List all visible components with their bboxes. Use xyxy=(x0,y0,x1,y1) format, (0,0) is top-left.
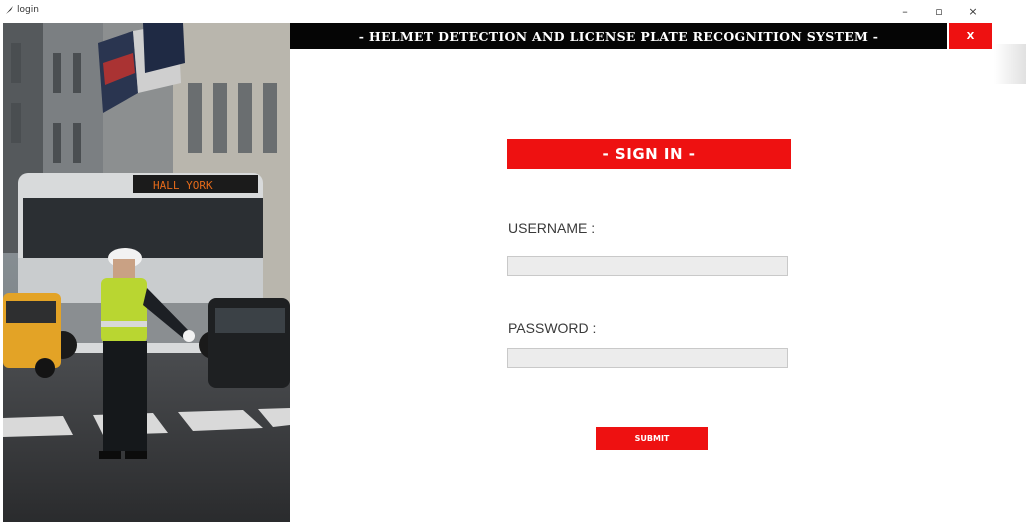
app-header-banner: - HELMET DETECTION AND LICENSE PLATE REC… xyxy=(290,23,947,49)
username-label: USERNAME : xyxy=(508,220,596,236)
window-close-button[interactable]: × xyxy=(958,2,988,20)
edge-shadow xyxy=(994,44,1026,84)
traffic-police-photo: HALL YORK xyxy=(3,23,290,522)
submit-button[interactable]: SUBMIT xyxy=(596,427,708,450)
maximize-button[interactable]: ▫ xyxy=(924,2,954,20)
app-title: - HELMET DETECTION AND LICENSE PLATE REC… xyxy=(358,28,879,44)
street-scene-image: HALL YORK xyxy=(3,23,290,522)
exit-button[interactable]: X xyxy=(949,23,992,49)
password-input[interactable] xyxy=(507,348,788,368)
feather-icon xyxy=(6,6,13,14)
window-titlebar: login – ▫ × xyxy=(0,0,1026,22)
bus-destination-sign: HALL YORK xyxy=(153,179,213,192)
minimize-button[interactable]: – xyxy=(890,2,920,20)
password-label: PASSWORD : xyxy=(508,320,597,336)
username-input[interactable] xyxy=(507,256,788,276)
window-title: login xyxy=(17,5,39,15)
signin-heading: - SIGN IN - xyxy=(507,139,791,169)
